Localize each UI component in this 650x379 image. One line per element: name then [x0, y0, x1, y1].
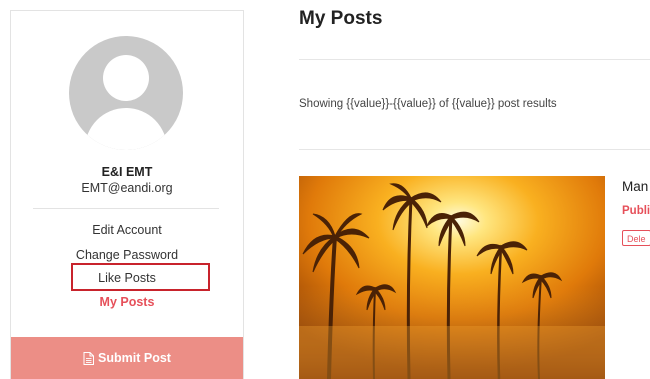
- title-divider: [299, 59, 650, 60]
- avatar-shoulders-shape: [85, 108, 167, 150]
- post-title[interactable]: Man: [622, 179, 648, 194]
- results-count-text: Showing {{value}}-{{value}} of {{value}}…: [299, 98, 557, 110]
- avatar-head-shape: [103, 55, 149, 101]
- results-divider: [299, 149, 650, 150]
- document-icon: [83, 351, 95, 365]
- user-email: EMT@eandi.org: [81, 181, 173, 195]
- avatar: [69, 36, 183, 150]
- post-thumbnail[interactable]: [299, 176, 605, 379]
- profile-sidebar: E&I EMT EMT@eandi.org Edit Account Chang…: [10, 10, 244, 379]
- delete-post-button[interactable]: Dele: [622, 230, 650, 246]
- submit-post-button[interactable]: Submit Post: [11, 337, 243, 379]
- like-posts-highlight-box: [71, 263, 210, 291]
- menu-edit-account[interactable]: Edit Account: [11, 223, 243, 237]
- page-title: My Posts: [299, 8, 383, 29]
- sidebar-divider: [33, 208, 219, 209]
- submit-post-label: Submit Post: [98, 351, 171, 365]
- menu-change-password[interactable]: Change Password: [11, 248, 243, 262]
- post-status: Publi: [622, 205, 650, 217]
- user-name: E&I EMT: [101, 165, 153, 179]
- menu-my-posts[interactable]: My Posts: [11, 295, 243, 309]
- palm-sunset-image: [299, 176, 605, 379]
